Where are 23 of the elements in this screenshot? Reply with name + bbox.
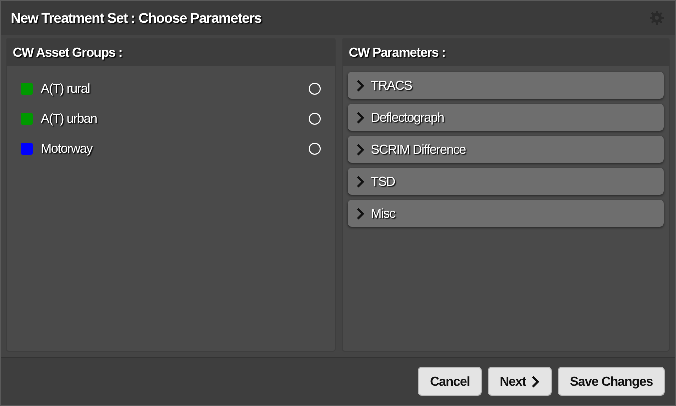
chevron-icon xyxy=(356,112,365,124)
parameter-group-header[interactable]: SCRIM Difference xyxy=(348,136,664,163)
parameter-group-header[interactable]: TSD xyxy=(348,168,664,195)
radio-button[interactable] xyxy=(309,113,321,125)
parameter-group-header[interactable]: TRACS xyxy=(348,72,664,99)
radio-button[interactable] xyxy=(309,83,321,95)
group-label: A(T) urban xyxy=(41,110,98,128)
panel-title: CW Asset Groups : xyxy=(13,44,122,62)
group-label: Motorway xyxy=(41,140,94,158)
parameter-group-header[interactable]: Misc xyxy=(348,200,664,227)
chevron-icon xyxy=(531,376,540,388)
chevron-icon xyxy=(356,176,365,188)
parameter-group-header[interactable]: Deflectograph xyxy=(348,104,664,131)
dialog-button[interactable]: Cancel xyxy=(418,367,482,396)
chevron-icon xyxy=(356,80,365,92)
panel-title: CW Parameters : xyxy=(349,44,446,62)
dialog-button[interactable]: Save Changes xyxy=(558,367,665,396)
group-label: A(T) rural xyxy=(41,80,91,98)
next-button[interactable]: Next xyxy=(488,367,552,396)
radio-button[interactable] xyxy=(309,143,321,155)
chevron-icon xyxy=(356,144,365,156)
window-title: New Treatment Set : Choose Parameters xyxy=(11,8,262,28)
chevron-icon xyxy=(356,208,365,220)
